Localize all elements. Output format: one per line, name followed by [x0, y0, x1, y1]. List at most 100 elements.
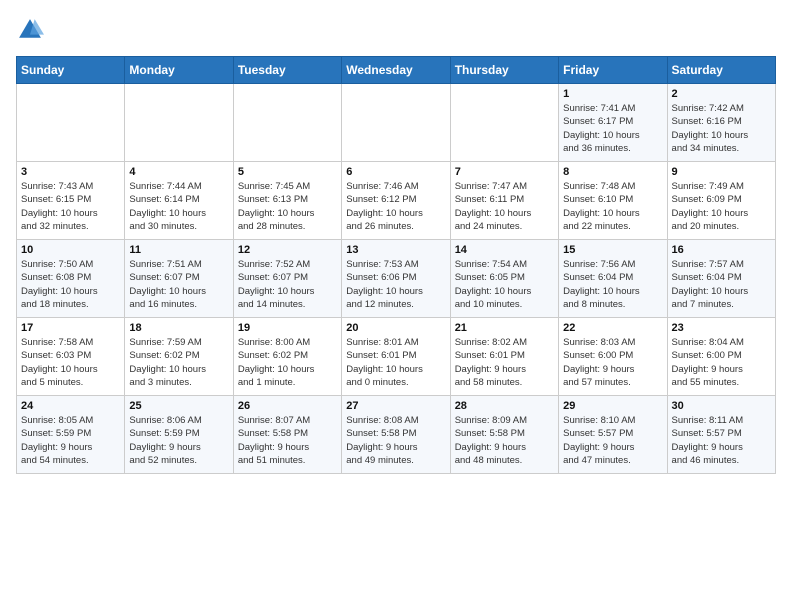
day-number: 14 — [455, 244, 554, 256]
day-info: Sunrise: 8:11 AM Sunset: 5:57 PM Dayligh… — [672, 414, 771, 467]
day-number: 21 — [455, 322, 554, 334]
day-info: Sunrise: 8:01 AM Sunset: 6:01 PM Dayligh… — [346, 336, 445, 389]
day-number: 9 — [672, 166, 771, 178]
column-header-friday: Friday — [559, 57, 667, 84]
column-header-sunday: Sunday — [17, 57, 125, 84]
calendar-cell: 2 Sunrise: 7:42 AM Sunset: 6:16 PM Daylig… — [667, 84, 775, 162]
calendar-cell: 5 Sunrise: 7:45 AM Sunset: 6:13 PM Daylig… — [233, 162, 341, 240]
calendar-cell — [233, 84, 341, 162]
day-number: 4 — [129, 166, 228, 178]
calendar-cell: 24 Sunrise: 8:05 AM Sunset: 5:59 PM Dayli… — [17, 396, 125, 474]
calendar-cell: 23 Sunrise: 8:04 AM Sunset: 6:00 PM Dayli… — [667, 318, 775, 396]
calendar-cell — [17, 84, 125, 162]
calendar-cell — [342, 84, 450, 162]
day-info: Sunrise: 8:09 AM Sunset: 5:58 PM Dayligh… — [455, 414, 554, 467]
day-info: Sunrise: 8:06 AM Sunset: 5:59 PM Dayligh… — [129, 414, 228, 467]
calendar-cell: 29 Sunrise: 8:10 AM Sunset: 5:57 PM Dayli… — [559, 396, 667, 474]
calendar-cell: 21 Sunrise: 8:02 AM Sunset: 6:01 PM Dayli… — [450, 318, 558, 396]
logo — [16, 16, 48, 44]
day-number: 12 — [238, 244, 337, 256]
day-number: 29 — [563, 400, 662, 412]
day-info: Sunrise: 8:00 AM Sunset: 6:02 PM Dayligh… — [238, 336, 337, 389]
day-number: 25 — [129, 400, 228, 412]
day-number: 19 — [238, 322, 337, 334]
day-number: 6 — [346, 166, 445, 178]
calendar-cell: 18 Sunrise: 7:59 AM Sunset: 6:02 PM Dayli… — [125, 318, 233, 396]
calendar-cell: 19 Sunrise: 8:00 AM Sunset: 6:02 PM Dayli… — [233, 318, 341, 396]
day-info: Sunrise: 8:05 AM Sunset: 5:59 PM Dayligh… — [21, 414, 120, 467]
column-header-thursday: Thursday — [450, 57, 558, 84]
day-info: Sunrise: 8:07 AM Sunset: 5:58 PM Dayligh… — [238, 414, 337, 467]
day-number: 10 — [21, 244, 120, 256]
day-info: Sunrise: 7:41 AM Sunset: 6:17 PM Dayligh… — [563, 102, 662, 155]
calendar-header: SundayMondayTuesdayWednesdayThursdayFrid… — [17, 57, 776, 84]
day-info: Sunrise: 7:52 AM Sunset: 6:07 PM Dayligh… — [238, 258, 337, 311]
day-info: Sunrise: 7:45 AM Sunset: 6:13 PM Dayligh… — [238, 180, 337, 233]
calendar-cell: 10 Sunrise: 7:50 AM Sunset: 6:08 PM Dayli… — [17, 240, 125, 318]
page-header — [16, 16, 776, 44]
column-header-saturday: Saturday — [667, 57, 775, 84]
column-header-wednesday: Wednesday — [342, 57, 450, 84]
day-number: 16 — [672, 244, 771, 256]
calendar-cell: 8Sunrise: 7:48 AM Sunset: 6:10 PM Daylig… — [559, 162, 667, 240]
day-number: 24 — [21, 400, 120, 412]
day-number: 20 — [346, 322, 445, 334]
column-header-tuesday: Tuesday — [233, 57, 341, 84]
calendar-week-3: 17 Sunrise: 7:58 AM Sunset: 6:03 PM Dayli… — [17, 318, 776, 396]
calendar-cell: 17 Sunrise: 7:58 AM Sunset: 6:03 PM Dayli… — [17, 318, 125, 396]
calendar-week-0: 1 Sunrise: 7:41 AM Sunset: 6:17 PM Daylig… — [17, 84, 776, 162]
day-info: Sunrise: 7:51 AM Sunset: 6:07 PM Dayligh… — [129, 258, 228, 311]
column-header-monday: Monday — [125, 57, 233, 84]
calendar-cell: 27Sunrise: 8:08 AM Sunset: 5:58 PM Dayli… — [342, 396, 450, 474]
logo-icon — [16, 16, 44, 44]
calendar-cell: 4 Sunrise: 7:44 AM Sunset: 6:14 PM Daylig… — [125, 162, 233, 240]
day-info: Sunrise: 7:59 AM Sunset: 6:02 PM Dayligh… — [129, 336, 228, 389]
day-number: 15 — [563, 244, 662, 256]
day-number: 27 — [346, 400, 445, 412]
day-number: 5 — [238, 166, 337, 178]
day-number: 22 — [563, 322, 662, 334]
day-info: Sunrise: 7:44 AM Sunset: 6:14 PM Dayligh… — [129, 180, 228, 233]
calendar-cell: 11 Sunrise: 7:51 AM Sunset: 6:07 PM Dayli… — [125, 240, 233, 318]
calendar-cell: 28 Sunrise: 8:09 AM Sunset: 5:58 PM Dayli… — [450, 396, 558, 474]
calendar-cell: 12 Sunrise: 7:52 AM Sunset: 6:07 PM Dayli… — [233, 240, 341, 318]
day-number: 13 — [346, 244, 445, 256]
day-number: 28 — [455, 400, 554, 412]
calendar-cell: 3Sunrise: 7:43 AM Sunset: 6:15 PM Daylig… — [17, 162, 125, 240]
calendar-cell: 9 Sunrise: 7:49 AM Sunset: 6:09 PM Daylig… — [667, 162, 775, 240]
day-number: 8 — [563, 166, 662, 178]
day-number: 1 — [563, 88, 662, 100]
day-info: Sunrise: 7:47 AM Sunset: 6:11 PM Dayligh… — [455, 180, 554, 233]
day-info: Sunrise: 7:49 AM Sunset: 6:09 PM Dayligh… — [672, 180, 771, 233]
day-number: 17 — [21, 322, 120, 334]
calendar-cell: 30Sunrise: 8:11 AM Sunset: 5:57 PM Dayli… — [667, 396, 775, 474]
day-number: 23 — [672, 322, 771, 334]
calendar-week-4: 24 Sunrise: 8:05 AM Sunset: 5:59 PM Dayli… — [17, 396, 776, 474]
calendar-cell: 6Sunrise: 7:46 AM Sunset: 6:12 PM Daylig… — [342, 162, 450, 240]
day-number: 3 — [21, 166, 120, 178]
calendar-cell: 25 Sunrise: 8:06 AM Sunset: 5:59 PM Dayli… — [125, 396, 233, 474]
day-info: Sunrise: 8:02 AM Sunset: 6:01 PM Dayligh… — [455, 336, 554, 389]
day-number: 26 — [238, 400, 337, 412]
calendar-cell: 14Sunrise: 7:54 AM Sunset: 6:05 PM Dayli… — [450, 240, 558, 318]
day-info: Sunrise: 7:53 AM Sunset: 6:06 PM Dayligh… — [346, 258, 445, 311]
day-info: Sunrise: 8:03 AM Sunset: 6:00 PM Dayligh… — [563, 336, 662, 389]
calendar-body: 1 Sunrise: 7:41 AM Sunset: 6:17 PM Daylig… — [17, 84, 776, 474]
day-number: 11 — [129, 244, 228, 256]
day-info: Sunrise: 7:50 AM Sunset: 6:08 PM Dayligh… — [21, 258, 120, 311]
day-info: Sunrise: 8:04 AM Sunset: 6:00 PM Dayligh… — [672, 336, 771, 389]
calendar-cell: 20 Sunrise: 8:01 AM Sunset: 6:01 PM Dayli… — [342, 318, 450, 396]
calendar-cell — [450, 84, 558, 162]
calendar-week-1: 3Sunrise: 7:43 AM Sunset: 6:15 PM Daylig… — [17, 162, 776, 240]
calendar-cell: 1 Sunrise: 7:41 AM Sunset: 6:17 PM Daylig… — [559, 84, 667, 162]
day-info: Sunrise: 8:10 AM Sunset: 5:57 PM Dayligh… — [563, 414, 662, 467]
day-number: 18 — [129, 322, 228, 334]
calendar-week-2: 10 Sunrise: 7:50 AM Sunset: 6:08 PM Dayli… — [17, 240, 776, 318]
calendar-cell: 13 Sunrise: 7:53 AM Sunset: 6:06 PM Dayli… — [342, 240, 450, 318]
calendar-cell: 26 Sunrise: 8:07 AM Sunset: 5:58 PM Dayli… — [233, 396, 341, 474]
day-info: Sunrise: 7:42 AM Sunset: 6:16 PM Dayligh… — [672, 102, 771, 155]
day-info: Sunrise: 7:58 AM Sunset: 6:03 PM Dayligh… — [21, 336, 120, 389]
calendar-cell: 22 Sunrise: 8:03 AM Sunset: 6:00 PM Dayli… — [559, 318, 667, 396]
day-number: 2 — [672, 88, 771, 100]
calendar-cell: 7Sunrise: 7:47 AM Sunset: 6:11 PM Daylig… — [450, 162, 558, 240]
